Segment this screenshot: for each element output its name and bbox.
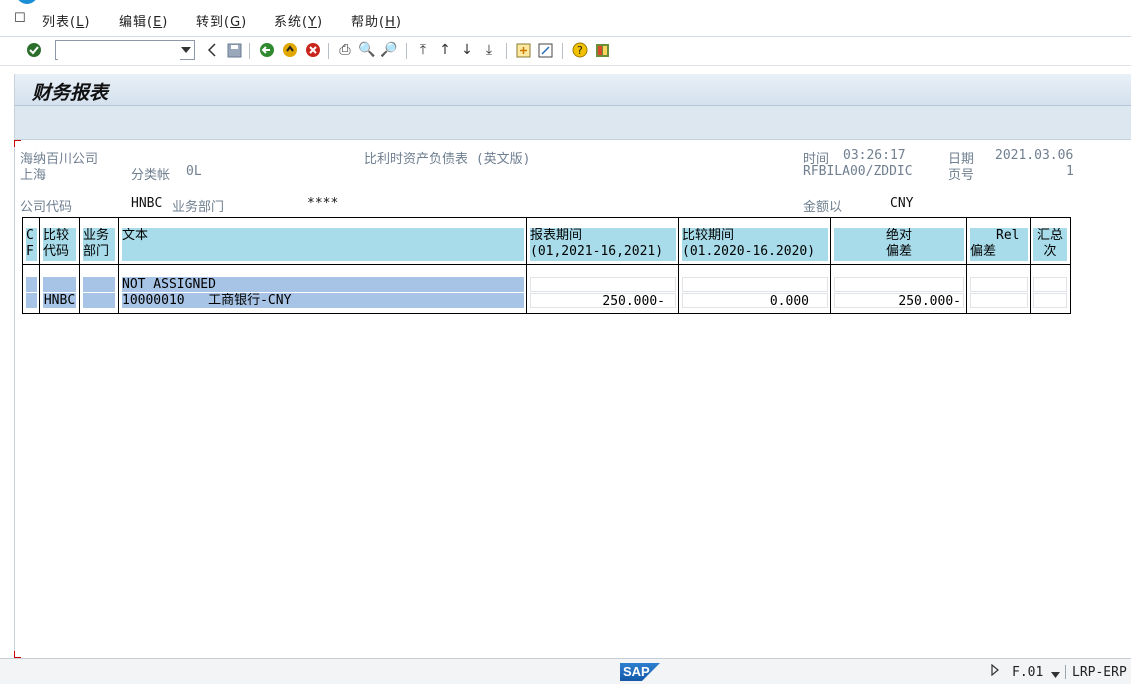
table-row-2-compare[interactable]: 0.000 (682, 293, 828, 309)
menu-help[interactable]: 帮助(H) (351, 11, 402, 30)
menu-list-icon[interactable]: ☐ (14, 11, 26, 26)
table-row-1-abs[interactable] (834, 277, 964, 292)
table-row-1-text[interactable]: NOT ASSIGNED (122, 277, 524, 292)
svg-text:?: ? (577, 44, 583, 57)
header-relative-diff[interactable]: Rel 偏差 (970, 228, 1028, 261)
ledger-value: 0L (186, 164, 202, 179)
help-icon[interactable]: ? (571, 41, 589, 59)
menu-goto[interactable]: 转到(G) (196, 11, 247, 30)
ledger-label: 分类帐 (131, 168, 171, 183)
first-page-icon[interactable]: ⤒ (414, 41, 432, 59)
find-next-icon[interactable]: 🔎 (380, 41, 398, 59)
last-page-icon[interactable]: ⤓ (480, 41, 498, 59)
table-row-2-text[interactable]: 10000010 工商银行-CNY (122, 293, 524, 308)
application-toolbar (15, 106, 1131, 140)
business-area-value: **** (307, 196, 339, 211)
command-field[interactable] (55, 40, 195, 60)
amount-in-label: 金额以 (803, 200, 843, 215)
sap-orb-icon[interactable] (16, 0, 38, 4)
table-row-1-rel[interactable] (970, 277, 1028, 292)
title-bar: 财务报表 (15, 74, 1131, 106)
list-corner-top (14, 140, 21, 147)
create-session-icon[interactable] (514, 41, 532, 59)
exit-icon[interactable] (281, 41, 299, 59)
header-compare-period[interactable]: 比较期间 (01.2020-16.2020) (682, 228, 828, 261)
menu-bar: ☐ 列表(L) 编辑(E) 转到(G) 系统(Y) 帮助(H) (0, 0, 1131, 37)
menu-edit[interactable]: 编辑(E) (119, 11, 168, 30)
header-summary-level[interactable]: 汇总次 (1033, 228, 1067, 261)
report-table: CF 比较 代码 业务 部门 文本 报表期间 (01,2021-16,2021) 比较… (22, 217, 1071, 314)
business-area-label: 业务部门 (172, 200, 225, 215)
status-bar: SAP F.01 LRP-ERP (0, 658, 1131, 684)
command-input[interactable] (58, 42, 180, 60)
table-row-2-sum[interactable] (1033, 293, 1067, 308)
table-row-1-code[interactable] (43, 277, 76, 292)
print-icon[interactable]: ⎙ (336, 41, 354, 59)
header-text[interactable]: 文本 (122, 228, 524, 261)
report-title: 比利时资产负债表 (英文版) (364, 152, 531, 167)
system-name: LRP-ERP (1072, 665, 1127, 680)
list-corner-bottom (14, 651, 21, 658)
currency-value: CNY (890, 196, 914, 211)
enter-check-icon[interactable] (25, 41, 43, 59)
table-row-2-area[interactable] (83, 293, 115, 308)
table-row-2-abs[interactable]: 250.000- (834, 293, 964, 309)
header-compare-code[interactable]: 比较 代码 (43, 228, 76, 261)
cancel-icon[interactable] (304, 41, 322, 59)
sap-logo: SAP (620, 663, 660, 681)
header-cf[interactable]: CF (26, 228, 37, 261)
collapse-left-icon[interactable] (203, 41, 221, 59)
page-title: 财务报表 (32, 82, 109, 104)
chevron-down-icon[interactable] (1051, 667, 1060, 682)
table-row-1-area[interactable] (83, 277, 115, 292)
find-icon[interactable]: 🔍 (358, 41, 376, 59)
table-row-1-compare[interactable] (682, 277, 828, 292)
previous-page-icon[interactable]: ↑ (436, 41, 454, 59)
company-city: 上海 (20, 168, 47, 183)
shortcut-icon[interactable] (536, 41, 554, 59)
header-absolute-diff[interactable]: 绝对 偏差 (834, 228, 964, 261)
time-value: 03:26:17 (843, 148, 906, 163)
menu-list[interactable]: 列表(L) (42, 11, 90, 30)
header-business-area[interactable]: 业务 部门 (83, 228, 115, 261)
table-row-2-cf[interactable] (26, 293, 37, 308)
table-row-1-sum[interactable] (1033, 277, 1067, 292)
table-row-2-code[interactable]: HNBC (43, 293, 76, 308)
back-icon[interactable] (258, 41, 276, 59)
page-label: 页号 (948, 168, 975, 183)
company-code-value: HNBC (131, 196, 163, 211)
transaction-code[interactable]: F.01 (1012, 665, 1043, 680)
customize-layout-icon[interactable] (593, 41, 611, 59)
next-page-icon[interactable]: ↓ (458, 41, 476, 59)
company-code-label: 公司代码 (20, 200, 73, 215)
standard-toolbar: ⎙ 🔍 🔎 ⤒ ↑ ↓ ⤓ ? (0, 37, 1131, 66)
date-value: 2021.03.06 (995, 148, 1074, 163)
header-report-period[interactable]: 报表期间 (01,2021-16,2021) (530, 228, 676, 261)
table-row-1-cf[interactable] (26, 277, 37, 292)
chevron-down-icon[interactable] (181, 47, 191, 53)
save-icon[interactable] (225, 41, 243, 59)
menu-system[interactable]: 系统(Y) (274, 11, 323, 30)
table-row-1-report[interactable] (530, 277, 676, 292)
table-row-2-report[interactable]: 250.000- (530, 293, 676, 309)
status-expand-icon[interactable] (991, 663, 999, 680)
page-number: 1 (1066, 164, 1074, 179)
table-row-2-rel[interactable] (970, 293, 1028, 308)
program-name: RFBILA00/ZDDIC (803, 164, 913, 179)
